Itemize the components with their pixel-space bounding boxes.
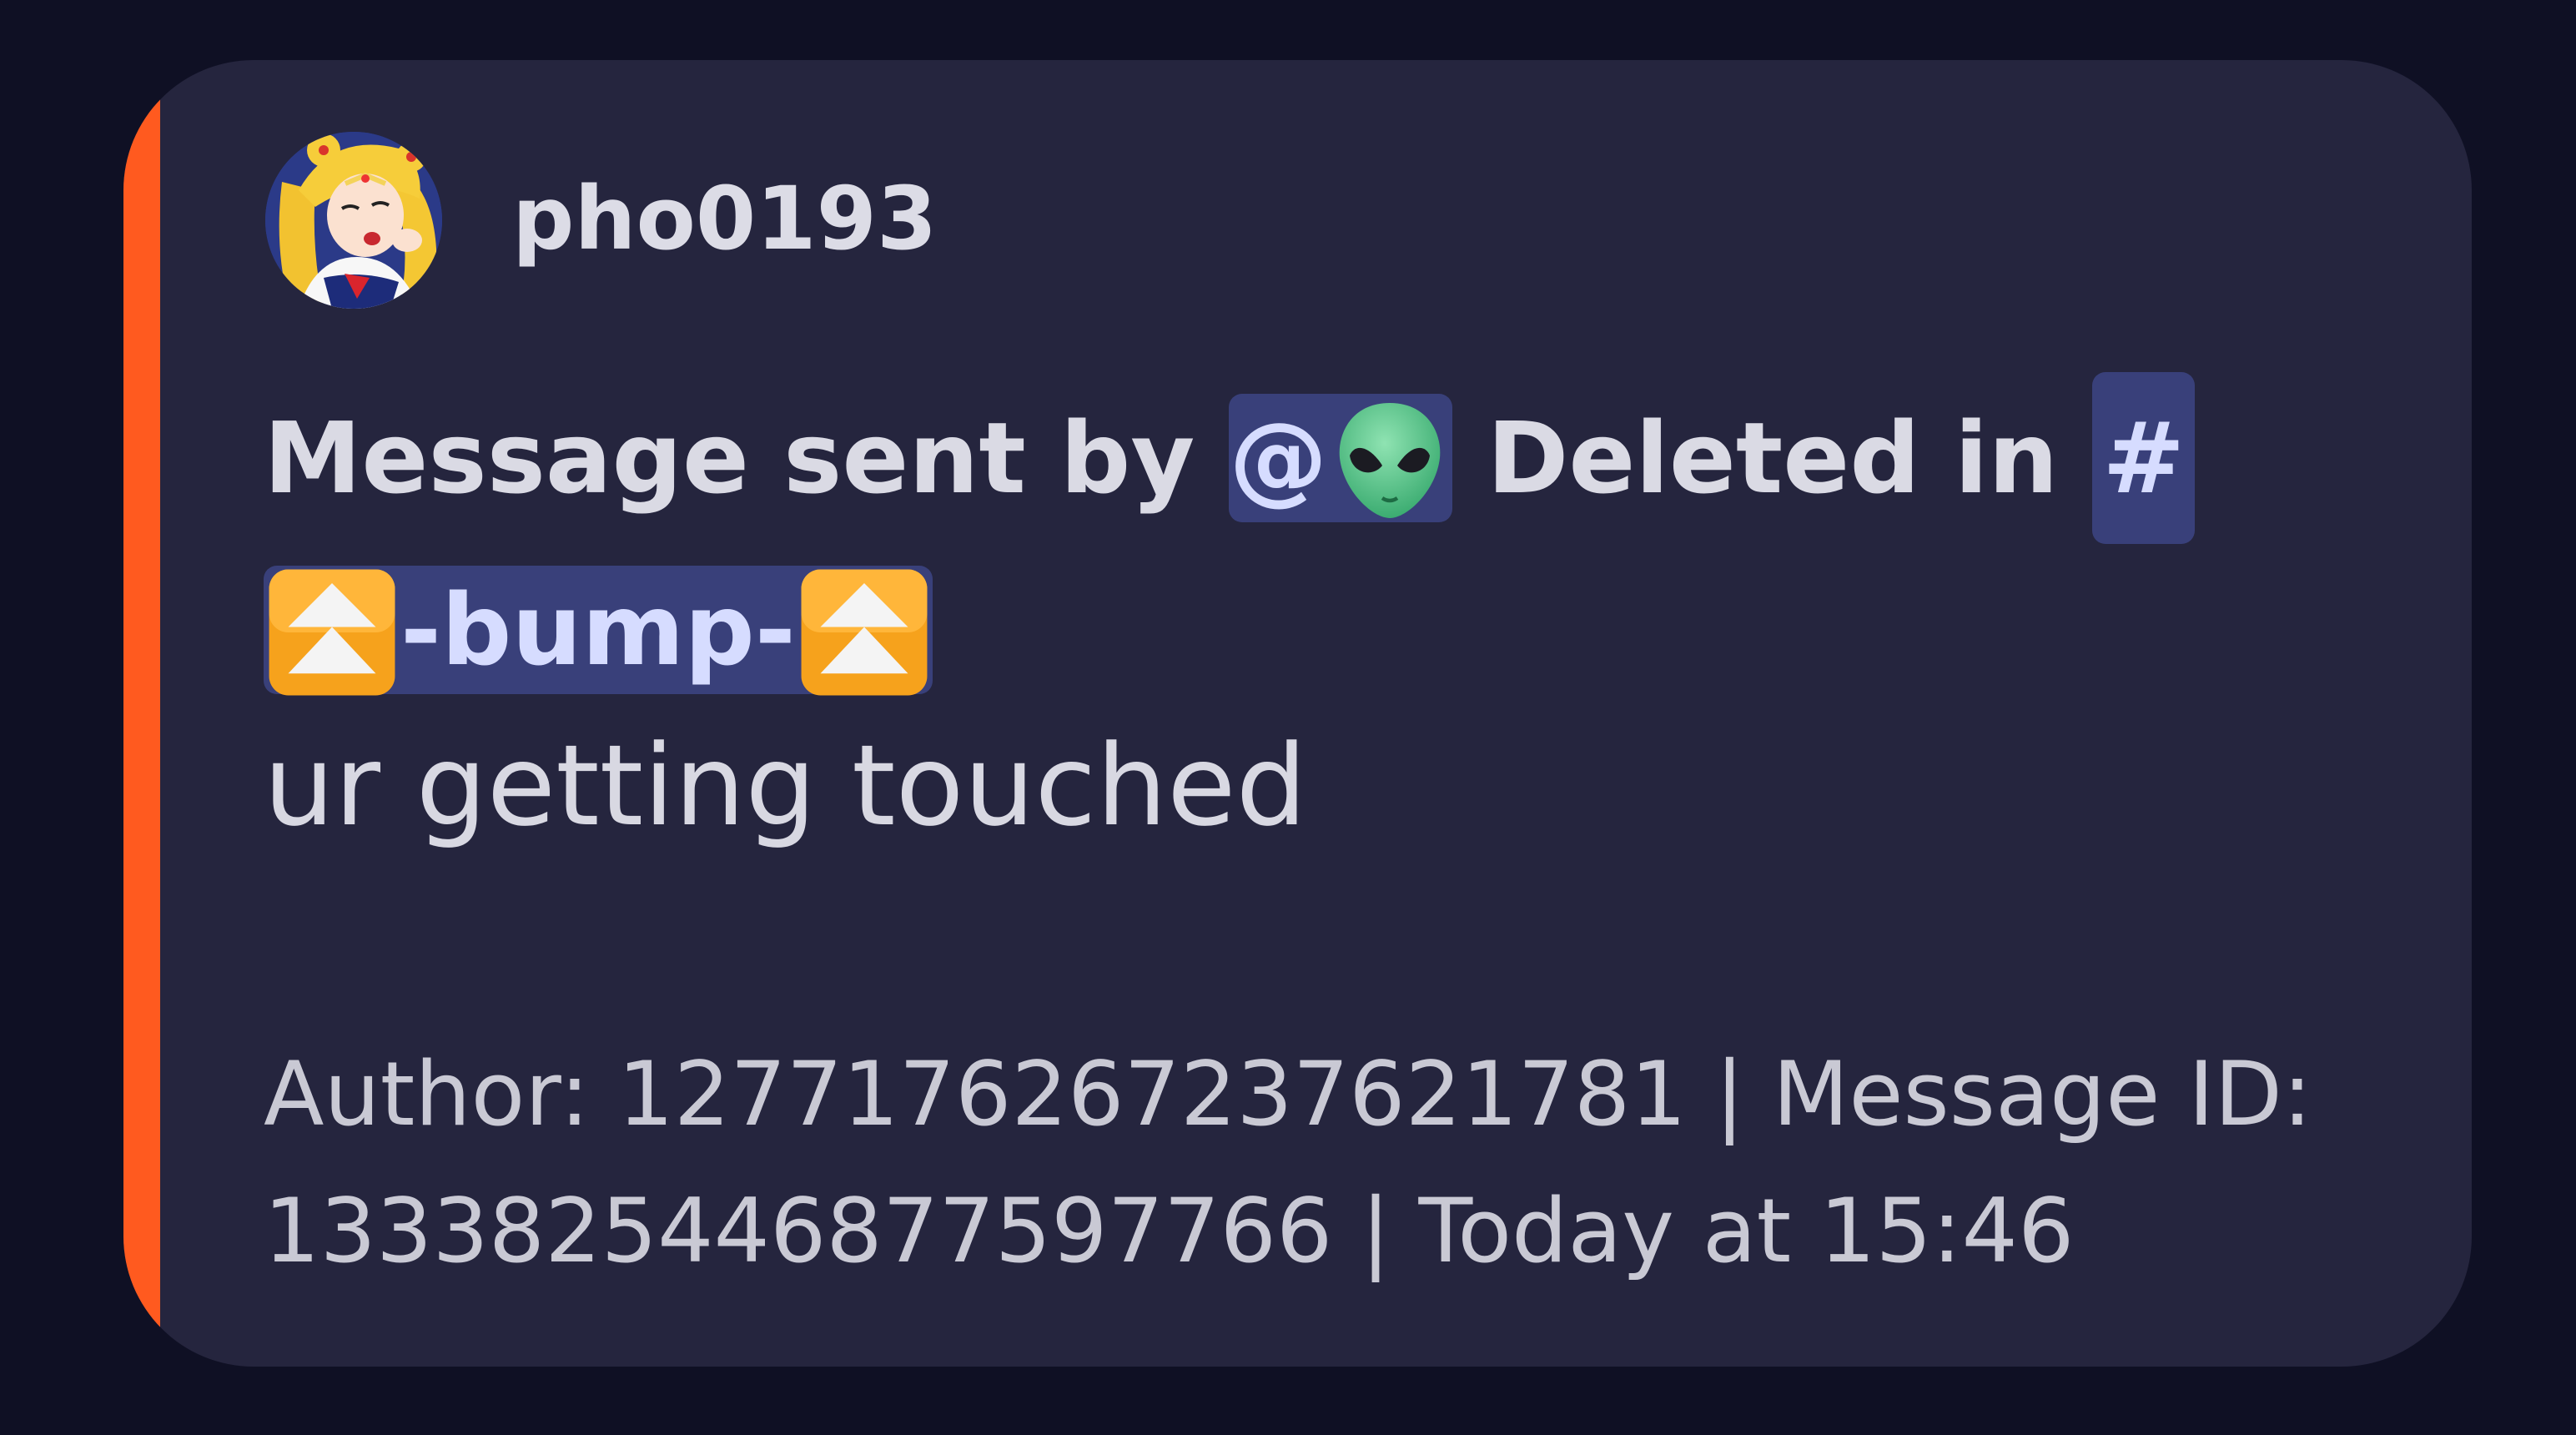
sailor-moon-avatar-icon (265, 132, 442, 309)
channel-mention[interactable]: -bump- (264, 566, 933, 696)
embed-title: Message sent by @ Deleted in # -bump- (264, 372, 2332, 716)
deleted-message-embed: pho0193 Message sent by @ Deleted in # -… (123, 60, 2472, 1367)
title-middle: Deleted in (1452, 400, 2093, 516)
author-avatar[interactable] (265, 132, 442, 309)
author-name[interactable]: pho0193 (512, 162, 937, 275)
alien-emoji-icon (1327, 398, 1452, 523)
embed-accent-bar (123, 60, 160, 1367)
user-mention[interactable]: @ (1229, 394, 1453, 523)
double-up-arrow-emoji-right-icon (796, 564, 933, 701)
mention-at: @ (1229, 400, 1328, 516)
title-prefix: Message sent by (264, 400, 1230, 516)
embed-footer: Author: 1277176267237621781 | Message ID… (264, 1043, 2312, 1282)
channel-mention-hash[interactable]: # (2092, 372, 2196, 544)
embed-description: ur getting touched (264, 721, 1307, 851)
channel-name: -bump- (400, 572, 796, 687)
double-up-arrow-emoji-left-icon (264, 564, 400, 701)
